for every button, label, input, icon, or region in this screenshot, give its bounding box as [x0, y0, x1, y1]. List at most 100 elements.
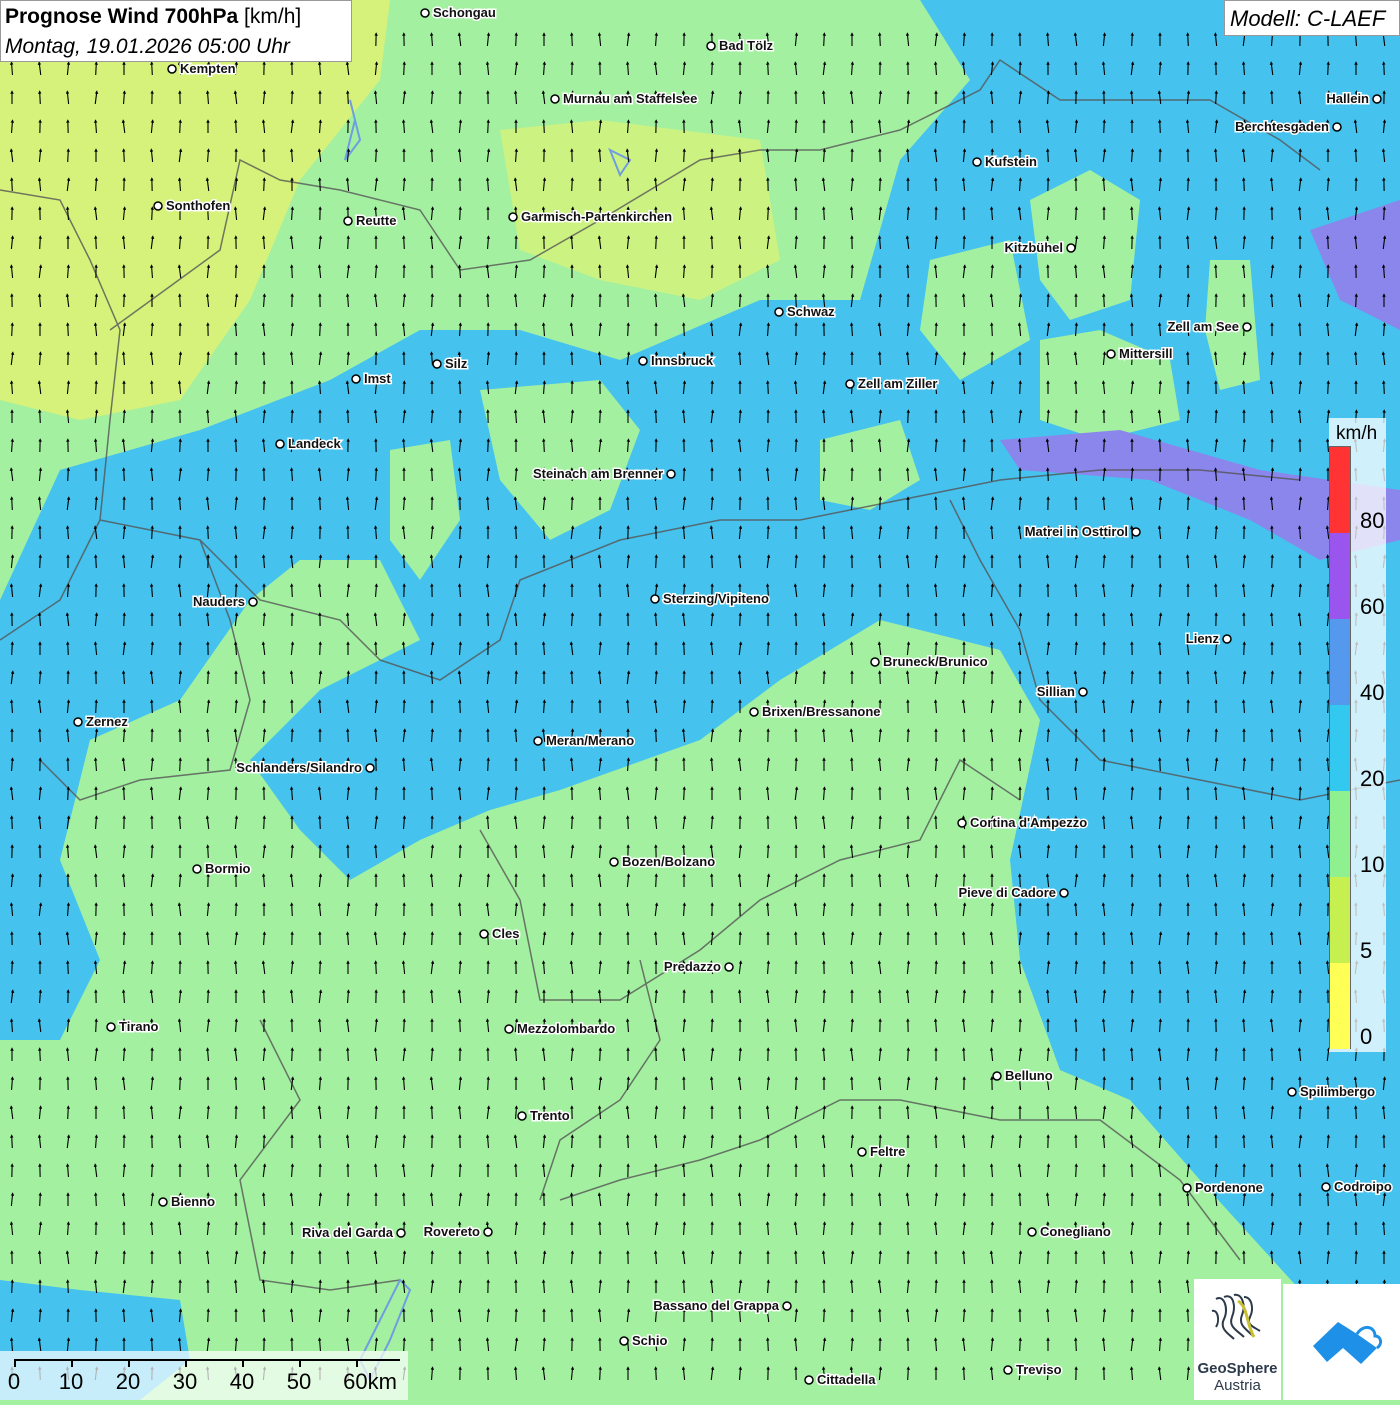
city-marker[interactable]: [620, 1337, 628, 1345]
scale-tick: [14, 1359, 16, 1367]
wind-arrow: [992, 788, 993, 800]
city-marker[interactable]: [1028, 1228, 1036, 1236]
city-marker[interactable]: [1322, 1183, 1330, 1191]
city-marker[interactable]: [168, 65, 176, 73]
wind-arrow: [880, 991, 881, 1003]
city-marker[interactable]: [958, 819, 966, 827]
city-marker[interactable]: [1004, 1366, 1012, 1374]
city-marker[interactable]: [639, 357, 647, 365]
wind-arrow: [852, 121, 853, 133]
wind-arrow: [320, 1281, 321, 1293]
wind-arrow: [964, 1368, 965, 1380]
wind-arrow: [852, 759, 853, 771]
city-marker[interactable]: [1060, 889, 1068, 897]
city-marker[interactable]: [973, 158, 981, 166]
city-marker[interactable]: [551, 95, 559, 103]
city-marker[interactable]: [750, 708, 758, 716]
wind-arrow: [768, 208, 769, 220]
wind-arrow: [180, 440, 181, 452]
wind-arrow: [236, 1223, 237, 1235]
city-marker[interactable]: [397, 1229, 405, 1237]
city-label: Silz: [445, 356, 468, 371]
wind-arrow: [460, 527, 461, 539]
city-marker[interactable]: [707, 42, 715, 50]
city-marker[interactable]: [667, 470, 675, 478]
city-marker[interactable]: [1183, 1184, 1191, 1192]
city-marker[interactable]: [352, 375, 360, 383]
city-marker[interactable]: [480, 930, 488, 938]
wind-arrow: [96, 556, 97, 568]
scale-bar: 0102030405060km: [0, 1351, 408, 1400]
city-marker[interactable]: [1243, 323, 1251, 331]
city-marker[interactable]: [1333, 123, 1341, 131]
wind-arrow: [852, 904, 853, 916]
wind-arrow: [404, 1339, 405, 1351]
wind-arrow: [544, 266, 545, 278]
wind-arrow: [348, 730, 349, 742]
city-marker[interactable]: [107, 1023, 115, 1031]
wind-arrow: [796, 614, 797, 626]
wind-arrow: [600, 585, 601, 597]
city-marker[interactable]: [1107, 350, 1115, 358]
city-marker[interactable]: [193, 865, 201, 873]
wind-arrow: [236, 121, 237, 133]
wind-arrow: [432, 614, 433, 626]
city-marker[interactable]: [505, 1025, 513, 1033]
city-marker[interactable]: [249, 598, 257, 606]
city-marker[interactable]: [871, 658, 879, 666]
wind-arrow: [852, 1223, 853, 1235]
city-label: Innsbruck: [651, 353, 714, 368]
wind-arrow: [348, 556, 349, 568]
city-marker[interactable]: [276, 440, 284, 448]
wind-arrow: [768, 1339, 769, 1351]
wind-arrow: [1160, 1223, 1161, 1235]
wind-arrow: [1244, 179, 1245, 191]
city-marker[interactable]: [534, 737, 542, 745]
wind-map[interactable]: SchongauBad TölzKemptenMurnau am Staffel…: [0, 0, 1400, 1400]
wind-arrow: [264, 1310, 265, 1322]
city-marker[interactable]: [805, 1376, 813, 1384]
city-label: Bad Tölz: [719, 38, 774, 53]
city-marker[interactable]: [154, 202, 162, 210]
wind-arrow: [1160, 440, 1161, 452]
city-marker[interactable]: [1132, 528, 1140, 536]
city-marker[interactable]: [846, 380, 854, 388]
wind-arrow: [908, 1368, 909, 1380]
city-label: Mittersill: [1119, 346, 1172, 361]
wind-arrow: [1300, 1107, 1301, 1119]
wind-arrow: [460, 846, 461, 858]
city-marker[interactable]: [651, 595, 659, 603]
city-marker[interactable]: [509, 213, 517, 221]
city-marker[interactable]: [74, 718, 82, 726]
city-marker[interactable]: [1288, 1088, 1296, 1096]
city-marker[interactable]: [344, 217, 352, 225]
city-marker[interactable]: [783, 1302, 791, 1310]
wind-arrow: [544, 121, 545, 133]
wind-arrow: [936, 1281, 937, 1293]
wind-arrow: [236, 1078, 237, 1090]
city-marker[interactable]: [421, 9, 429, 17]
wind-arrow: [1244, 817, 1245, 829]
city-marker[interactable]: [1223, 635, 1231, 643]
city-marker[interactable]: [993, 1072, 1001, 1080]
city-marker[interactable]: [1373, 95, 1381, 103]
wind-arrow: [1328, 237, 1329, 249]
city-marker[interactable]: [433, 360, 441, 368]
city-marker[interactable]: [775, 308, 783, 316]
city-marker[interactable]: [1079, 688, 1087, 696]
weather-app-logo: [1283, 1284, 1400, 1400]
city-marker[interactable]: [366, 764, 374, 772]
wind-arrow: [516, 1165, 517, 1177]
city-marker[interactable]: [725, 963, 733, 971]
city-marker[interactable]: [858, 1148, 866, 1156]
city-marker[interactable]: [159, 1198, 167, 1206]
wind-arrow: [936, 817, 937, 829]
wind-arrow: [1160, 1078, 1161, 1090]
wind-arrow: [684, 324, 685, 336]
wind-arrow: [348, 92, 349, 104]
city-marker[interactable]: [1067, 244, 1075, 252]
city-marker[interactable]: [484, 1228, 492, 1236]
wind-arrow: [824, 353, 825, 365]
city-marker[interactable]: [518, 1112, 526, 1120]
city-marker[interactable]: [610, 858, 618, 866]
